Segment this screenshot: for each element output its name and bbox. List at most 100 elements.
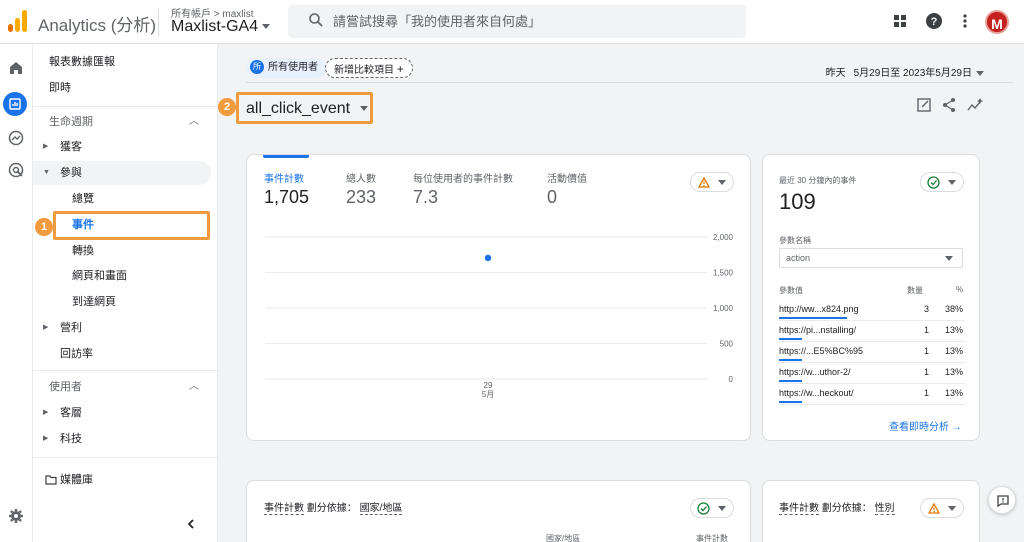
reports-icon	[9, 98, 21, 110]
nav-section-user[interactable]: 使用者 ︿	[33, 375, 211, 399]
nav-engagement[interactable]: ▼ 參與	[33, 161, 211, 185]
add-comparison-button[interactable]: 新增比較項目 +	[325, 58, 413, 78]
card-title-metric: 事件計數	[779, 503, 819, 515]
divider	[33, 106, 218, 107]
avatar[interactable]: M	[985, 10, 1009, 34]
card-title-by: 劃分依據：	[821, 503, 872, 514]
table-row: https://...E5%BC%95 1 13%	[779, 342, 965, 363]
chevron-up-icon: ︿	[189, 381, 199, 392]
expand-arrow-icon: ▶	[43, 324, 49, 331]
card-title-dimension: 國家/地區	[359, 503, 403, 515]
y-tick-label: 500	[720, 340, 734, 349]
advertising-icon[interactable]	[6, 160, 26, 180]
nav-acquisition[interactable]: ▶ 獲客	[33, 135, 211, 159]
svg-text:?: ?	[931, 16, 938, 28]
data-quality-button[interactable]	[920, 498, 964, 518]
settings-icon[interactable]	[6, 506, 26, 526]
events-chart-card: 事件計數 1,705 總人數 233 每位使用者的事件計數 7.3 活動價值 0…	[246, 154, 751, 441]
col-header-pct: %	[956, 285, 964, 294]
nav-section-lifecycle[interactable]: 生命週期 ︿	[33, 110, 211, 134]
share-icon[interactable]	[940, 96, 958, 114]
events-by-country-card: 事件計數 劃分依據： 國家/地區 國家/地區 事件計數	[246, 480, 751, 542]
card-title-by: 劃分依據：	[306, 503, 357, 514]
chevron-down-icon	[718, 506, 726, 511]
card-title-metric: 事件計數	[264, 503, 304, 515]
nav-section-label: 生命週期	[49, 116, 93, 128]
nav-landing-page[interactable]: 到達網頁	[33, 290, 211, 314]
add-comparison-label: 新增比較項目	[334, 65, 394, 76]
param-name-label: 參數名稱	[779, 236, 811, 245]
nav-realtime[interactable]: 即時	[33, 76, 211, 100]
chevron-down-icon	[976, 70, 984, 76]
y-tick-label: 0	[729, 375, 734, 384]
count-cell: 1	[923, 325, 929, 335]
data-quality-button[interactable]	[920, 172, 964, 192]
pct-cell: 13%	[944, 388, 963, 398]
events-by-gender-card: 事件計數 劃分依據： 性別	[762, 480, 980, 542]
nav-demographics[interactable]: ▶ 客層	[33, 401, 211, 425]
col-header-country: 國家/地區	[546, 534, 581, 542]
step-highlight-box	[53, 211, 210, 240]
divider	[246, 82, 1013, 83]
feedback-button[interactable]	[988, 486, 1016, 514]
segment-chip[interactable]: 所所有使用者	[246, 58, 326, 78]
col-header-value: 參數值	[779, 286, 803, 295]
expand-arrow-icon: ▶	[43, 143, 49, 150]
param-name-select[interactable]: action	[779, 248, 963, 268]
app-title[interactable]: Analytics (分析)	[38, 11, 156, 36]
data-point[interactable]	[484, 254, 492, 262]
nav-reports-snapshot[interactable]: 報表數據匯報	[33, 50, 211, 74]
col-header-event-count: 事件計數	[696, 534, 728, 542]
share-bar	[779, 359, 802, 361]
data-quality-button[interactable]	[690, 498, 734, 518]
realtime-event-count: 109	[779, 189, 816, 214]
pct-cell: 13%	[944, 346, 963, 356]
divider	[158, 8, 159, 36]
explore-icon[interactable]	[6, 128, 26, 148]
property-selector[interactable]: Maxlist-GA4	[171, 18, 271, 36]
nav-library[interactable]: 媒體庫	[33, 468, 211, 492]
view-realtime-link[interactable]: 查看即時分析 →	[889, 418, 962, 433]
share-bar	[779, 401, 802, 403]
param-value-cell: https://...E5%BC%95	[779, 346, 864, 356]
collapse-panel-icon[interactable]	[186, 518, 196, 530]
nav-item-label: 客層	[60, 407, 82, 419]
main-content: 所所有使用者 新增比較項目 + 昨天 5月29日至 2023年5月29日 all_…	[218, 44, 1024, 542]
line-chart: 2,000 1,500 1,000 500 0 295月	[265, 233, 734, 399]
segment-chip-label: 所有使用者	[268, 62, 318, 73]
pct-cell: 13%	[944, 325, 963, 335]
chevron-up-icon: ︿	[189, 116, 199, 127]
insights-icon[interactable]	[966, 96, 984, 114]
nav-conversions[interactable]: 轉換	[33, 239, 211, 263]
nav-monetization[interactable]: ▶ 營利	[33, 316, 211, 340]
customize-report-icon[interactable]	[915, 96, 933, 114]
step-badge: 2	[218, 98, 236, 116]
home-icon[interactable]	[6, 58, 26, 78]
date-range-label: 5月29日至 2023年5月29日	[853, 68, 972, 79]
folder-icon	[45, 475, 57, 485]
date-range-picker[interactable]: 昨天 5月29日至 2023年5月29日	[826, 64, 984, 79]
step-badge: 1	[35, 218, 53, 236]
search-input[interactable]	[333, 11, 733, 31]
more-vert-icon[interactable]	[956, 12, 974, 30]
segment-badge: 所	[250, 60, 264, 75]
date-prefix: 昨天	[825, 68, 846, 79]
apps-grid-icon[interactable]	[891, 12, 909, 30]
card-title-dimension: 性別	[874, 503, 895, 515]
help-icon[interactable]: ?	[925, 12, 943, 30]
count-cell: 1	[923, 346, 929, 356]
param-value-cell: https://w...heckout/	[779, 388, 854, 398]
param-value-cell: https://w...uthor-2/	[779, 367, 851, 377]
nav-retention[interactable]: 回訪率	[33, 342, 211, 366]
reports-nav-panel: 報表數據匯報 即時 生命週期 ︿ ▶ 獲客 ▼ 參與 總覽 事件 轉換 網頁和畫面 到…	[33, 44, 218, 542]
nav-tech[interactable]: ▶ 科技	[33, 427, 211, 451]
top-app-bar: Analytics (分析) 所有帳戶 > maxlist Maxlist-GA…	[0, 0, 1024, 44]
collapse-arrow-icon: ▼	[43, 169, 50, 176]
chevron-down-icon	[945, 256, 953, 261]
x-tick-label: 5月	[482, 390, 494, 399]
feedback-icon	[997, 495, 1009, 508]
divider	[33, 457, 218, 458]
x-tick-label: 29	[484, 381, 493, 390]
nav-pages-screens[interactable]: 網頁和畫面	[33, 264, 211, 288]
nav-engagement-overview[interactable]: 總覽	[33, 187, 211, 211]
